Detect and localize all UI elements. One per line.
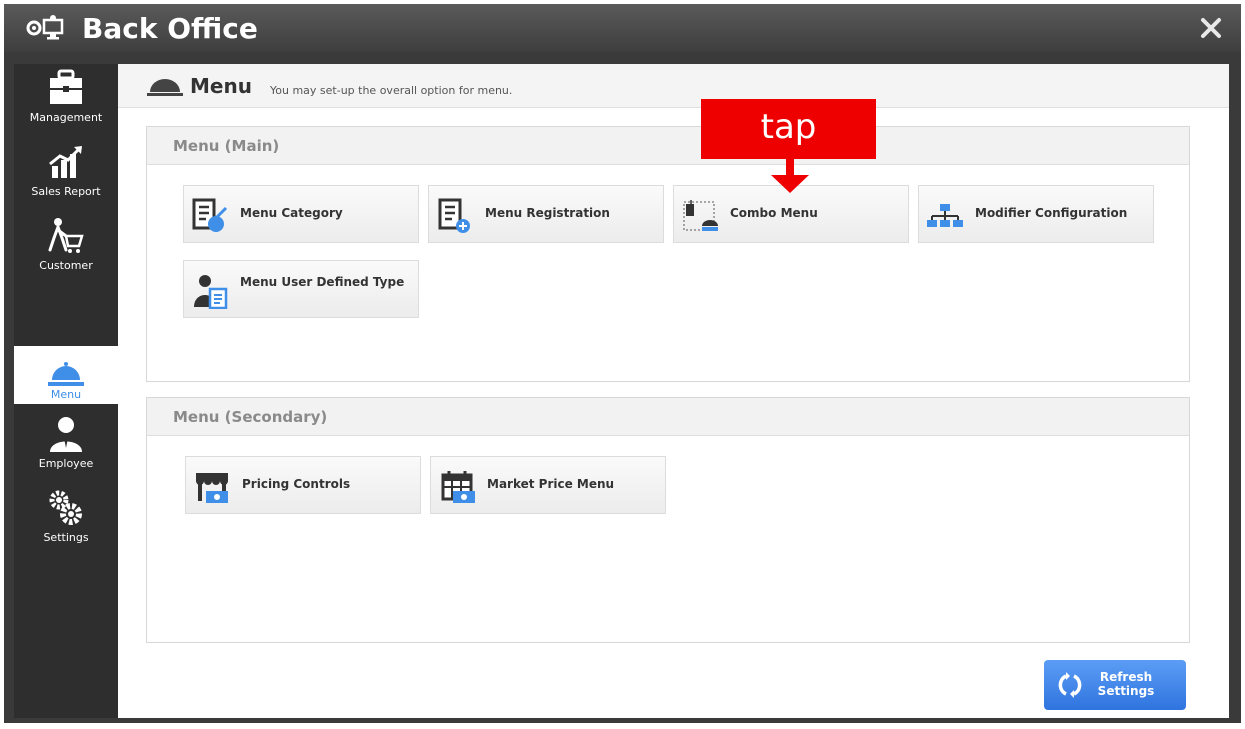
menu-secondary-section: Menu (Secondary) Pricing Controls Market…	[146, 397, 1190, 643]
tile-label: Market Price Menu	[487, 477, 615, 491]
page-header: Menu You may set-up the overall option f…	[118, 64, 1229, 108]
app-title: Back Office	[82, 12, 258, 45]
section-header: Menu (Main)	[147, 127, 1189, 165]
sidebar-item-label: Customer	[39, 259, 93, 272]
tile-label: Modifier Configuration	[975, 206, 1128, 220]
sidebar-item-label: Menu	[50, 388, 82, 401]
menu-user-defined-type-button[interactable]: Menu User Defined Type	[183, 260, 419, 318]
main-content: Menu You may set-up the overall option f…	[118, 64, 1229, 718]
section-title: Menu (Secondary)	[173, 408, 328, 426]
title-bar: Back Office	[4, 4, 1241, 52]
annotation-label: tap	[760, 107, 817, 147]
page-title: Menu	[190, 74, 252, 98]
refresh-icon	[1058, 672, 1082, 698]
tile-label: Combo Menu	[730, 206, 818, 220]
sidebar-item-sales-report[interactable]: Sales Report	[14, 138, 118, 210]
briefcase-icon	[50, 69, 82, 104]
tile-label: Menu User Defined Type	[240, 275, 405, 289]
section-header: Menu (Secondary)	[147, 398, 1189, 436]
menu-main-section: Menu (Main) Menu Category Menu Registrat…	[146, 126, 1190, 382]
modifier-configuration-button[interactable]: Modifier Configuration	[918, 185, 1154, 243]
tile-label: Pricing Controls	[242, 477, 351, 491]
pricing-controls-button[interactable]: Pricing Controls	[185, 456, 421, 514]
menu-registration-button[interactable]: Menu Registration	[428, 185, 664, 243]
sidebar: Management Sales Report Customer Menu Em…	[14, 64, 118, 718]
tile-label: Menu Registration	[485, 206, 610, 220]
menu-registration-icon	[438, 198, 470, 233]
gears-icon	[49, 490, 82, 525]
customer-cart-icon	[48, 218, 84, 253]
sidebar-item-customer[interactable]: Customer	[14, 212, 118, 284]
sidebar-item-settings[interactable]: Settings	[14, 484, 118, 556]
page-description: You may set-up the overall option for me…	[270, 84, 513, 97]
arrow-down-icon	[771, 159, 809, 193]
section-title: Menu (Main)	[173, 137, 280, 155]
back-office-icon	[26, 15, 64, 40]
chart-icon	[49, 146, 82, 178]
store-price-icon	[196, 473, 228, 503]
sidebar-item-label: Employee	[38, 457, 94, 470]
menu-category-button[interactable]: Menu Category	[183, 185, 419, 243]
sidebar-item-label: Sales Report	[31, 185, 101, 198]
sidebar-item-label: Management	[29, 111, 103, 124]
refresh-button-label: Refresh Settings	[1097, 670, 1155, 698]
tile-label: Menu Category	[240, 206, 343, 220]
calendar-price-icon	[441, 471, 475, 503]
sidebar-item-menu[interactable]: Menu	[14, 346, 118, 404]
user-defined-type-icon	[194, 275, 228, 309]
sidebar-item-label: Settings	[43, 531, 89, 544]
sidebar-item-employee[interactable]: Employee	[14, 410, 118, 482]
sidebar-item-management[interactable]: Management	[14, 64, 118, 136]
back-office-window: Back Office Management Sales Report Cust…	[4, 4, 1241, 723]
menu-category-icon	[192, 198, 228, 232]
modifier-hierarchy-icon	[927, 204, 963, 227]
market-price-menu-button[interactable]: Market Price Menu	[430, 456, 666, 514]
employee-icon	[50, 417, 82, 452]
combo-menu-icon	[683, 200, 718, 231]
cloche-icon	[48, 362, 84, 386]
refresh-settings-button[interactable]: Refresh Settings	[1044, 660, 1186, 710]
cloche-icon	[147, 79, 183, 96]
close-icon[interactable]	[1199, 16, 1223, 40]
tap-annotation: tap	[701, 99, 876, 159]
